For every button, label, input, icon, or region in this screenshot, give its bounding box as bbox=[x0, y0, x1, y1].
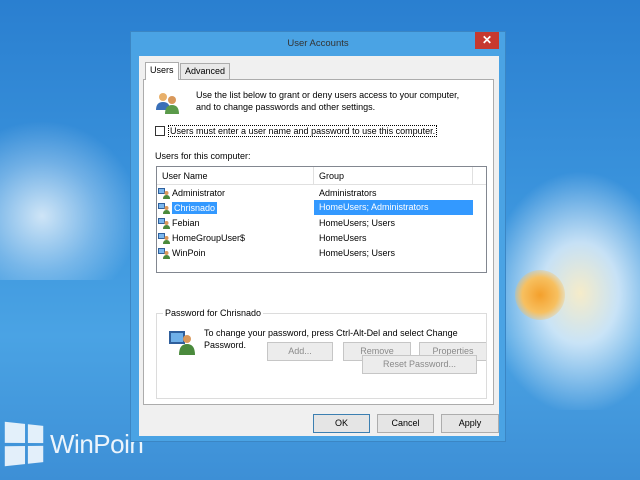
intro-line-1: Use the list below to grant or deny user… bbox=[196, 90, 460, 100]
window-title: User Accounts bbox=[287, 38, 349, 49]
user-name-cell: Febian bbox=[157, 217, 314, 229]
user-account-icon bbox=[158, 187, 170, 199]
group-cell: HomeUsers; Users bbox=[319, 247, 396, 258]
group-cell: HomeUsers bbox=[319, 232, 367, 243]
user-name-cell: HomeGroupUser$ bbox=[157, 232, 314, 244]
title-bar[interactable]: User Accounts ✕ bbox=[131, 32, 505, 56]
user-account-icon bbox=[158, 232, 170, 244]
user-name-cell: WinPoin bbox=[157, 247, 314, 259]
require-login-option[interactable]: Users must enter a user name and passwor… bbox=[155, 125, 438, 137]
list-header: User Name Group bbox=[157, 167, 486, 185]
user-name-text: Chrisnado bbox=[172, 201, 218, 214]
dialog-client-area: Users Advanced Use the list below to gra… bbox=[139, 56, 499, 436]
user-name-text: Febian bbox=[172, 217, 200, 228]
group-cell: HomeUsers; Administrators bbox=[314, 200, 473, 215]
password-instructions-line-2: Password. bbox=[204, 340, 247, 350]
close-button[interactable]: ✕ bbox=[475, 32, 499, 49]
require-login-label[interactable]: Users must enter a user name and passwor… bbox=[168, 125, 438, 137]
require-login-checkbox[interactable] bbox=[155, 126, 165, 136]
user-password-icon bbox=[169, 331, 195, 355]
user-accounts-dialog: User Accounts ✕ Users Advanced Use the l… bbox=[130, 31, 506, 442]
users-icon bbox=[156, 93, 179, 114]
user-name-cell: Administrator bbox=[157, 187, 314, 199]
wallpaper-flower-center bbox=[515, 270, 565, 320]
intro-line-2: and to change passwords and other settin… bbox=[196, 102, 376, 112]
group-cell: Administrators bbox=[319, 187, 377, 198]
user-name-text: HomeGroupUser$ bbox=[172, 232, 246, 243]
tab-advanced[interactable]: Advanced bbox=[180, 63, 231, 79]
user-account-icon bbox=[158, 247, 170, 259]
reset-password-button[interactable]: Reset Password... bbox=[362, 355, 477, 374]
user-name-text: WinPoin bbox=[172, 247, 206, 258]
column-header-user-name[interactable]: User Name bbox=[157, 167, 314, 184]
users-tab-panel: Use the list below to grant or deny user… bbox=[143, 79, 494, 405]
password-groupbox: Password for Chrisnado To change your pa… bbox=[156, 308, 487, 399]
table-row[interactable]: WinPoin HomeUsers; Users bbox=[157, 245, 486, 260]
apply-button[interactable]: Apply bbox=[441, 414, 499, 433]
user-account-icon bbox=[158, 202, 170, 214]
windows-logo-icon bbox=[4, 421, 44, 467]
group-cell: HomeUsers; Users bbox=[319, 217, 396, 228]
intro-text: Use the list below to grant or deny user… bbox=[196, 89, 476, 113]
ok-button[interactable]: OK bbox=[313, 414, 370, 433]
table-row[interactable]: Chrisnado HomeUsers; Administrators bbox=[157, 200, 486, 215]
password-instructions: To change your password, press Ctrl-Alt-… bbox=[204, 327, 484, 351]
wallpaper-flower-left bbox=[0, 120, 140, 280]
password-group-title: Password for Chrisnado bbox=[163, 308, 264, 318]
user-account-icon bbox=[158, 217, 170, 229]
users-list[interactable]: User Name Group Administrator Administrat… bbox=[156, 166, 487, 273]
column-header-group[interactable]: Group bbox=[314, 167, 473, 184]
table-row[interactable]: Febian HomeUsers; Users bbox=[157, 215, 486, 230]
list-rows: Administrator Administrators Chrisnado Home… bbox=[157, 185, 486, 260]
password-instructions-line-1: To change your password, press Ctrl-Alt-… bbox=[204, 328, 458, 338]
table-row[interactable]: HomeGroupUser$ HomeUsers bbox=[157, 230, 486, 245]
user-name-text: Administrator bbox=[172, 187, 226, 198]
user-name-cell: Chrisnado bbox=[157, 201, 314, 214]
tab-users[interactable]: Users bbox=[145, 62, 179, 80]
table-row[interactable]: Administrator Administrators bbox=[157, 185, 486, 200]
users-list-label: Users for this computer: bbox=[155, 151, 251, 161]
watermark: WinPoin bbox=[4, 421, 144, 467]
cancel-button[interactable]: Cancel bbox=[377, 414, 434, 433]
